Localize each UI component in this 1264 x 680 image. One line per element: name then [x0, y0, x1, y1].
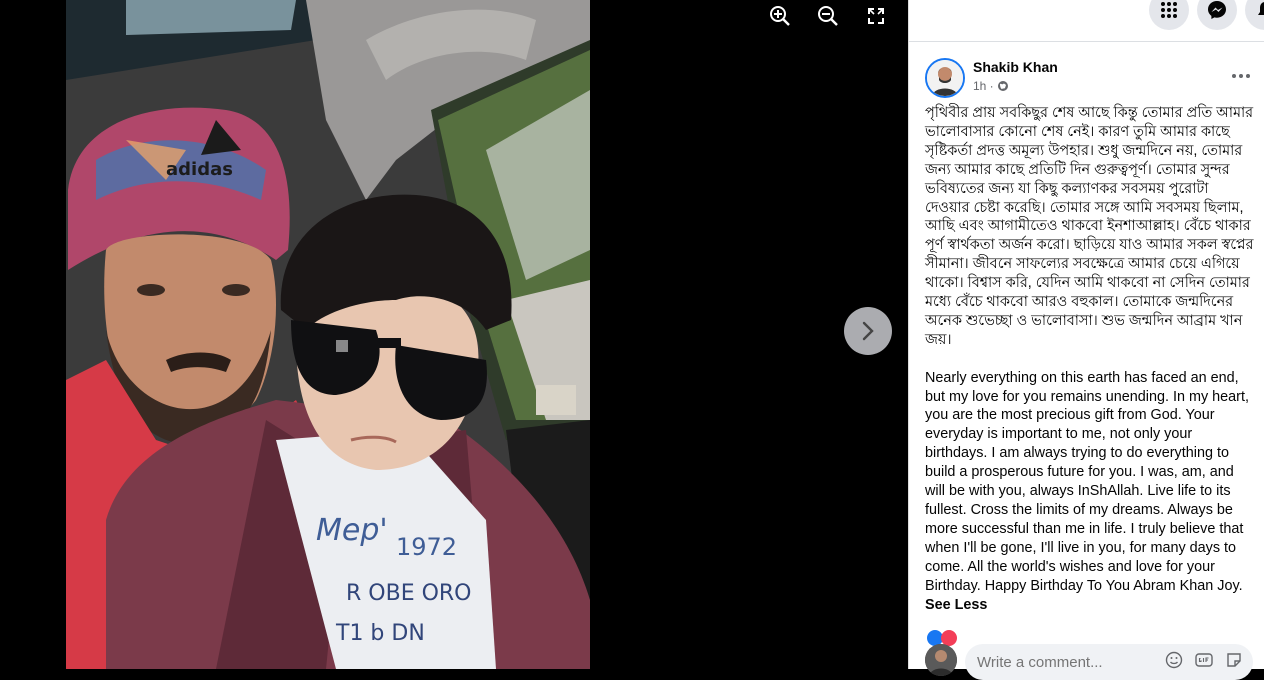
- see-less-link[interactable]: See Less: [925, 597, 987, 613]
- svg-text:R OBE ORO: R OBE ORO: [346, 581, 472, 606]
- post-photo[interactable]: adidas Mep' 1972 R OBE ORO T1 b DN: [66, 0, 590, 669]
- author-name[interactable]: Shakib Khan: [973, 59, 1058, 75]
- photo-viewer: adidas Mep' 1972 R OBE ORO T1 b DN: [0, 0, 908, 669]
- sticker-icon[interactable]: [1225, 651, 1243, 669]
- next-photo-button[interactable]: [844, 307, 892, 355]
- post-header: Shakib Khan 1h ·: [925, 56, 1255, 100]
- svg-text:Mep': Mep': [316, 513, 388, 548]
- menu-grid-icon[interactable]: [1149, 0, 1189, 30]
- comment-composer: [925, 644, 1255, 680]
- zoom-in-icon[interactable]: [768, 4, 792, 28]
- globe-icon: [997, 81, 1008, 91]
- gif-icon[interactable]: [1195, 651, 1213, 669]
- emoji-icon[interactable]: [1165, 651, 1183, 669]
- post-text: পৃথিবীর প্রায় সবকিছুর শেষ আছে কিন্তু তো…: [925, 104, 1255, 633]
- chevron-right-icon: [862, 321, 874, 341]
- post-text-english: Nearly everything on this earth has face…: [925, 369, 1249, 613]
- svg-text:1972: 1972: [396, 533, 457, 561]
- top-bar: [909, 0, 1264, 42]
- author-avatar[interactable]: [925, 58, 965, 98]
- more-options-button[interactable]: [1227, 66, 1255, 86]
- post-meta: 1h ·: [973, 79, 1009, 93]
- post-text-bengali: পৃথিবীর প্রায় সবকিছুর শেষ আছে কিন্তু তো…: [925, 105, 1254, 348]
- user-avatar[interactable]: [925, 644, 957, 676]
- post-panel: Shakib Khan 1h · পৃথিবীর প্রায় সবকিছুর …: [908, 0, 1264, 680]
- svg-text:adidas: adidas: [166, 159, 233, 180]
- notifications-icon[interactable]: [1245, 0, 1264, 30]
- messenger-icon[interactable]: [1197, 0, 1237, 30]
- svg-text:T1 b DN: T1 b DN: [335, 621, 425, 646]
- fullscreen-icon[interactable]: [864, 4, 888, 28]
- zoom-out-icon[interactable]: [816, 4, 840, 28]
- post-time[interactable]: 1h ·: [973, 79, 994, 93]
